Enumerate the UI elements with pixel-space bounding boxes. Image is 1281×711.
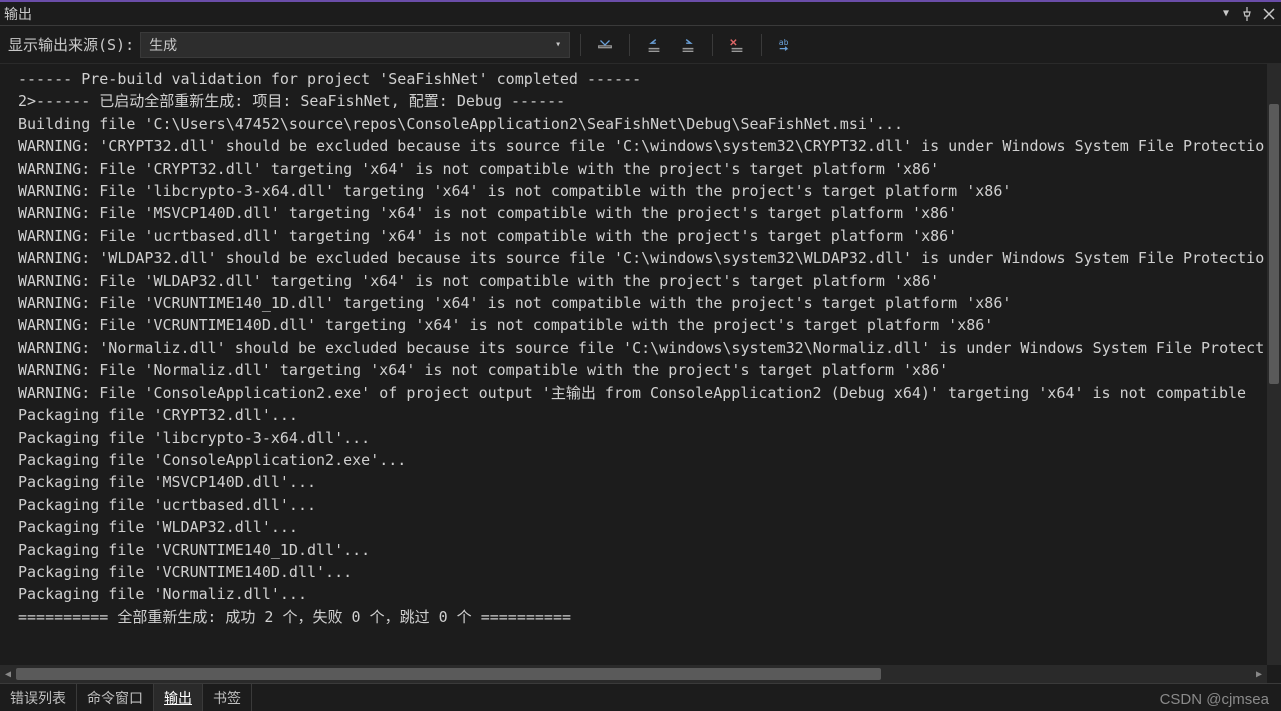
chevron-down-icon: ▾ (555, 39, 561, 50)
close-icon[interactable] (1261, 6, 1277, 22)
scrollbar-thumb[interactable] (1269, 104, 1279, 384)
separator (629, 34, 630, 56)
vertical-scrollbar[interactable] (1267, 64, 1281, 665)
clear-button[interactable] (723, 32, 751, 58)
scrollbar-track[interactable] (16, 665, 1251, 683)
next-message-button[interactable] (674, 32, 702, 58)
separator (712, 34, 713, 56)
panel-title: 输出 (4, 4, 1223, 24)
horizontal-scrollbar[interactable]: ◀ ▶ (0, 665, 1267, 683)
toggle-wrap-button[interactable]: ab (772, 32, 800, 58)
tab-错误列表[interactable]: 错误列表 (0, 684, 77, 711)
window-controls: ▼ (1223, 6, 1277, 22)
output-source-label: 显示输出来源(S): (8, 34, 134, 55)
scrollbar-thumb[interactable] (16, 668, 881, 680)
toolbar: 显示输出来源(S): 生成 ▾ ab (0, 26, 1281, 64)
separator (580, 34, 581, 56)
bottom-tabs: 错误列表命令窗口输出书签 CSDN @cjmsea (0, 683, 1281, 711)
scroll-left-icon[interactable]: ◀ (0, 665, 16, 683)
tab-命令窗口[interactable]: 命令窗口 (77, 684, 154, 711)
clear-all-button[interactable] (591, 32, 619, 58)
tab-书签[interactable]: 书签 (203, 684, 252, 711)
dropdown-value: 生成 (149, 35, 177, 55)
tab-输出[interactable]: 输出 (154, 684, 203, 711)
svg-text:ab: ab (779, 37, 789, 47)
output-area: ------ Pre-build validation for project … (0, 64, 1281, 683)
separator (761, 34, 762, 56)
titlebar: 输出 ▼ (0, 2, 1281, 26)
output-source-dropdown[interactable]: 生成 ▾ (140, 32, 570, 58)
scroll-right-icon[interactable]: ▶ (1251, 665, 1267, 683)
pin-icon[interactable] (1239, 6, 1255, 22)
previous-message-button[interactable] (640, 32, 668, 58)
output-text[interactable]: ------ Pre-build validation for project … (0, 64, 1267, 665)
watermark: CSDN @cjmsea (1160, 691, 1269, 708)
window-menu-icon[interactable]: ▼ (1223, 8, 1229, 19)
